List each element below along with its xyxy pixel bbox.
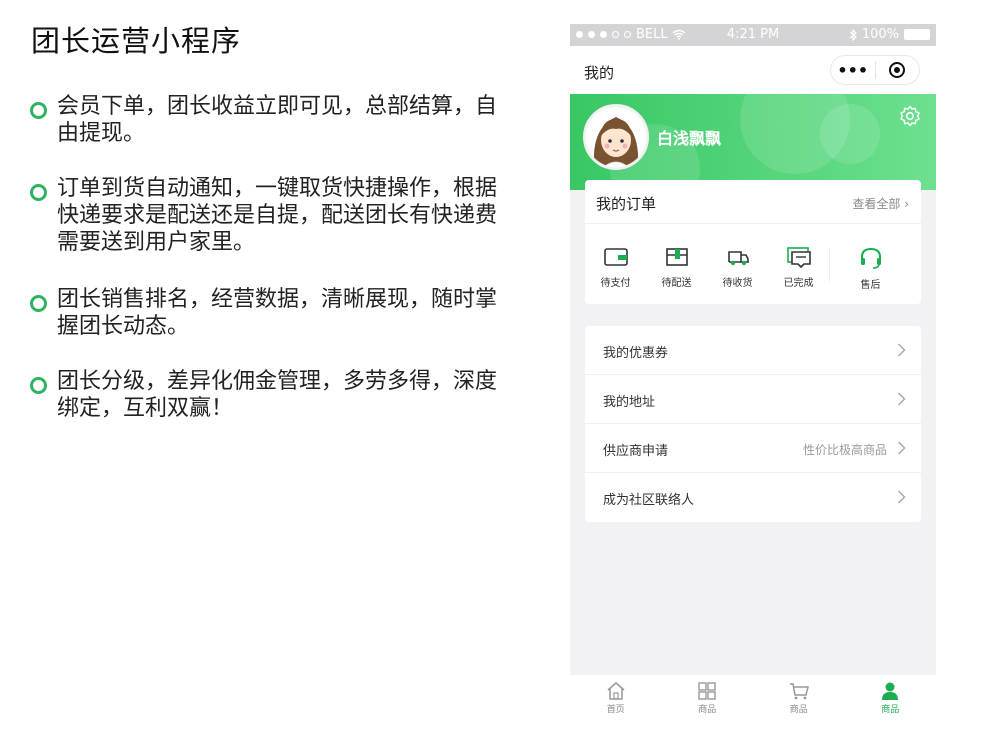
slide-title: 团长运营小程序 — [31, 24, 242, 58]
order-status-label: 售后 — [860, 280, 881, 291]
order-header: 我的订单 查看全部 › — [585, 180, 921, 224]
order-status-label: 待支付 — [600, 278, 631, 289]
battery-icon — [904, 29, 930, 40]
mini-program-capsule: ••• — [830, 55, 920, 85]
tab-label: 商品 — [698, 705, 717, 715]
bullet-item: 会员下单，团长收益立即可见，总部结算，自由提现。 — [30, 93, 510, 147]
menu-item-label: 供应商申请 — [603, 444, 669, 459]
bullet-ring-icon — [30, 184, 47, 201]
menu-item-address[interactable]: 我的地址 — [585, 375, 921, 424]
target-icon — [889, 62, 906, 78]
order-status-after-sales[interactable]: 售后 — [830, 246, 911, 304]
grid-icon — [698, 682, 716, 700]
bullet-item: 订单到货自动通知，一键取货快捷操作，根据快递要求是配送还是自提，配送团长有快递费… — [30, 175, 510, 256]
profile-header: 白浅飘飘 — [570, 94, 936, 190]
order-status-to-ship[interactable]: 待配送 — [646, 246, 707, 304]
menu-item-label: 我的地址 — [603, 395, 656, 410]
username: 白浅飘飘 — [657, 129, 722, 148]
tab-mine[interactable]: 商品 — [845, 675, 937, 720]
message-icon — [786, 247, 811, 268]
order-card: 我的订单 查看全部 › 待支付 待配送 待收货 已完成 售后 — [585, 180, 921, 304]
menu-item-supplier-apply[interactable]: 供应商申请 性价比极高商品 — [585, 424, 921, 473]
bullet-ring-icon — [30, 377, 47, 394]
cart-icon — [789, 683, 809, 700]
tab-bar: 首页 商品 商品 商品 — [570, 675, 936, 720]
more-dots-icon[interactable]: ••• — [831, 56, 875, 84]
page-title: 我的 — [584, 64, 615, 82]
menu-card: 我的优惠券 我的地址 供应商申请 性价比极高商品 成为社区联络人 — [585, 326, 921, 522]
tab-label: 商品 — [789, 705, 808, 715]
wallet-icon — [603, 248, 628, 266]
bullet-ring-icon — [30, 102, 47, 119]
menu-item-extra: 性价比极高商品 — [802, 443, 887, 457]
order-title: 我的订单 — [596, 195, 657, 213]
nav-bar: 我的 ••• — [570, 46, 936, 94]
bullet-list: 会员下单，团长收益立即可见，总部结算，自由提现。 订单到货自动通知，一键取货快捷… — [30, 93, 510, 450]
menu-item-label: 我的优惠券 — [603, 346, 669, 361]
menu-item-label: 成为社区联络人 — [603, 493, 695, 508]
gear-icon[interactable] — [898, 104, 922, 128]
tab-cart[interactable]: 商品 — [753, 675, 845, 720]
bullet-text: 团长销售排名，经营数据，清晰展现，随时掌握团长动态。 — [57, 287, 498, 339]
menu-item-community-contact[interactable]: 成为社区联络人 — [585, 473, 921, 522]
bluetooth-icon — [849, 28, 857, 41]
view-all-link[interactable]: 查看全部 › — [852, 195, 909, 212]
avatar-girl-icon — [586, 107, 646, 167]
order-status-label: 待配送 — [661, 278, 692, 289]
chevron-right-icon — [897, 441, 906, 455]
headset-icon — [860, 247, 881, 269]
bullet-text: 订单到货自动通知，一键取货快捷操作，根据快递要求是配送还是自提，配送团长有快递费… — [57, 176, 498, 255]
truck-icon — [727, 251, 749, 266]
tab-label: 商品 — [881, 705, 900, 715]
tab-products[interactable]: 商品 — [662, 675, 754, 720]
decor-bubble — [820, 104, 880, 164]
status-bar: BELL 4:21 PM 100% — [570, 24, 936, 46]
tab-home[interactable]: 首页 — [570, 675, 662, 720]
bullet-ring-icon — [30, 295, 47, 312]
package-icon — [665, 248, 688, 266]
tab-label: 首页 — [606, 705, 625, 715]
order-status-row: 待支付 待配送 待收货 已完成 售后 — [585, 224, 921, 304]
order-status-label: 已完成 — [783, 278, 814, 289]
bullet-item: 团长分级，差异化佣金管理，多劳多得，深度绑定，互利双赢！ — [30, 368, 510, 422]
bullet-item: 团长销售排名，经营数据，清晰展现，随时掌握团长动态。 — [30, 286, 510, 340]
home-icon — [607, 682, 625, 700]
order-status-label: 待收货 — [722, 278, 753, 289]
avatar[interactable] — [583, 104, 649, 170]
menu-item-coupons[interactable]: 我的优惠券 — [585, 326, 921, 375]
order-status-completed[interactable]: 已完成 — [768, 246, 829, 304]
bullet-text: 会员下单，团长收益立即可见，总部结算，自由提现。 — [57, 94, 498, 146]
battery-percent: 100% — [861, 27, 899, 42]
phone-screen: BELL 4:21 PM 100% 我的 ••• 白浅飘飘 我的订单 查看全部 … — [570, 24, 936, 720]
user-icon — [882, 682, 899, 700]
chevron-right-icon — [897, 343, 906, 357]
close-button[interactable] — [876, 56, 920, 84]
order-status-to-receive[interactable]: 待收货 — [707, 246, 768, 304]
chevron-right-icon — [897, 392, 906, 406]
order-status-pending-payment[interactable]: 待支付 — [585, 246, 646, 304]
bullet-text: 团长分级，差异化佣金管理，多劳多得，深度绑定，互利双赢！ — [57, 369, 498, 421]
status-right: 100% — [849, 27, 930, 42]
chevron-right-icon — [897, 490, 906, 504]
